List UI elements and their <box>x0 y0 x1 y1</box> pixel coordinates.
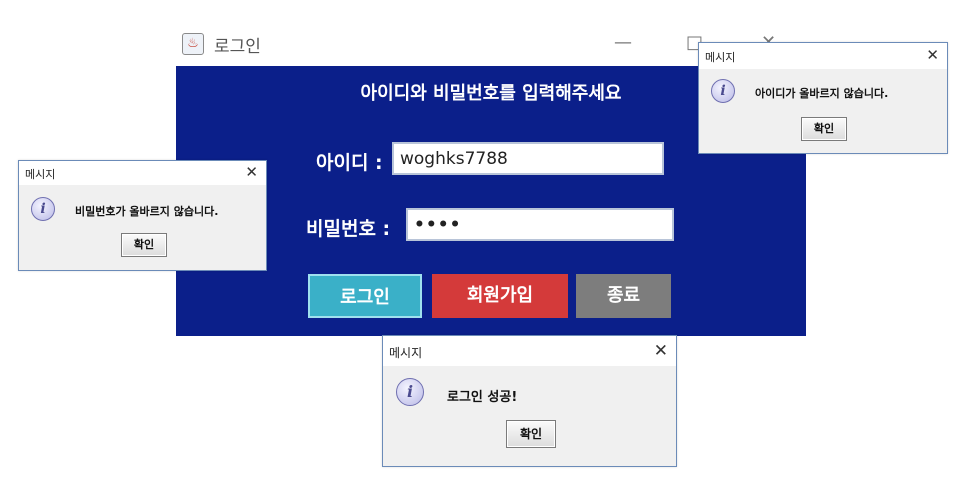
info-icon: i <box>711 79 735 103</box>
id-input[interactable]: woghks7788 <box>392 142 664 175</box>
password-error-dialog: 메시지 ✕ i 비밀번호가 올바르지 않습니다. 확인 <box>18 160 267 271</box>
id-label: 아이디 : <box>316 152 383 174</box>
dialog-title: 메시지 <box>705 51 736 64</box>
ok-button[interactable]: 확인 <box>801 117 847 141</box>
password-label: 비밀번호 : <box>306 218 391 240</box>
minimize-button[interactable]: — <box>614 32 632 53</box>
java-app-icon: ♨ <box>182 33 204 55</box>
password-input[interactable]: •••• <box>406 208 674 241</box>
dialog-title: 메시지 <box>25 168 56 181</box>
dialog-title: 메시지 <box>389 346 423 360</box>
dialog-title-bar: 메시지 ✕ <box>19 161 266 185</box>
dialog-title-bar: 메시지 ✕ <box>699 43 947 69</box>
dialog-message: 아이디가 올바르지 않습니다. <box>755 87 889 100</box>
dialog-close-button[interactable]: ✕ <box>654 341 668 361</box>
login-button[interactable]: 로그인 <box>308 274 422 318</box>
dialog-close-button[interactable]: ✕ <box>245 163 258 181</box>
ok-button[interactable]: 확인 <box>121 233 167 257</box>
id-error-dialog: 메시지 ✕ i 아이디가 올바르지 않습니다. 확인 <box>698 42 948 154</box>
info-icon: i <box>396 378 424 406</box>
signup-button[interactable]: 회원가입 <box>432 274 568 318</box>
dialog-close-button[interactable]: ✕ <box>926 46 939 64</box>
dialog-message: 비밀번호가 올바르지 않습니다. <box>75 205 219 218</box>
login-success-dialog: 메시지 ✕ i 로그인 성공! 확인 <box>382 335 677 467</box>
info-icon: i <box>31 197 55 221</box>
ok-button[interactable]: 확인 <box>506 420 556 448</box>
exit-button[interactable]: 종료 <box>576 274 671 318</box>
dialog-message: 로그인 성공! <box>447 390 518 405</box>
window-title: 로그인 <box>214 37 261 57</box>
dialog-title-bar: 메시지 ✕ <box>383 336 676 366</box>
